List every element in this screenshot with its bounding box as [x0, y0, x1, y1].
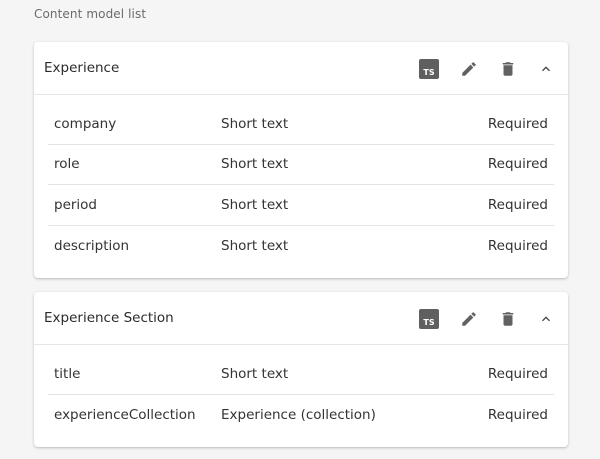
trash-icon — [502, 312, 514, 326]
field-required: Required — [487, 196, 548, 213]
typescript-button[interactable]: TS — [419, 309, 439, 329]
card-header[interactable]: Experience Section TS — [34, 292, 568, 345]
field-required: Required — [487, 156, 548, 173]
typescript-icon: TS — [419, 309, 439, 329]
field-name: title — [54, 365, 81, 382]
content-model-title: Experience Section — [44, 310, 174, 326]
field-list: title Short text Required experienceColl… — [34, 345, 568, 435]
section-title: Content model list — [34, 7, 147, 21]
field-type: Short text — [221, 365, 289, 382]
content-model-card-experience-section: Experience Section TS title Short text R… — [34, 292, 568, 447]
field-type: Short text — [221, 115, 289, 132]
edit-button[interactable] — [459, 59, 479, 79]
field-name: description — [54, 237, 130, 254]
field-type: Experience (collection) — [221, 406, 376, 423]
field-name: experienceCollection — [54, 406, 196, 423]
field-type: Short text — [221, 196, 289, 213]
field-row[interactable]: experienceCollection Experience (collect… — [48, 395, 554, 436]
chevron-up-icon — [542, 66, 550, 72]
ts-label: TS — [423, 318, 435, 327]
pencil-icon — [462, 312, 476, 326]
field-list: company Short text Required role Short t… — [34, 95, 568, 266]
field-row[interactable]: company Short text Required — [48, 104, 554, 145]
trash-icon — [502, 62, 514, 76]
delete-button[interactable] — [498, 59, 518, 79]
content-model-title: Experience — [44, 60, 120, 76]
field-required: Required — [487, 406, 548, 423]
field-name: period — [54, 196, 98, 213]
typescript-button[interactable]: TS — [419, 59, 439, 79]
collapse-button[interactable] — [536, 59, 556, 79]
field-name: role — [54, 156, 80, 173]
field-type: Short text — [221, 156, 289, 173]
card-header[interactable]: Experience TS — [34, 42, 568, 95]
ts-label: TS — [423, 68, 435, 77]
field-required: Required — [487, 115, 548, 132]
field-row[interactable]: description Short text Required — [48, 226, 554, 267]
field-row[interactable]: role Short text Required — [48, 145, 554, 185]
field-row[interactable]: period Short text Required — [48, 185, 554, 226]
field-name: company — [54, 115, 117, 132]
field-required: Required — [487, 237, 548, 254]
content-model-card-experience: Experience TS company Short text Require… — [34, 42, 568, 278]
field-required: Required — [487, 365, 548, 382]
field-type: Short text — [221, 237, 289, 254]
collapse-button[interactable] — [536, 309, 556, 329]
chevron-up-icon — [542, 316, 550, 322]
edit-button[interactable] — [459, 309, 479, 329]
delete-button[interactable] — [498, 309, 518, 329]
field-row[interactable]: title Short text Required — [48, 354, 554, 395]
typescript-icon: TS — [419, 59, 439, 79]
pencil-icon — [462, 62, 476, 76]
